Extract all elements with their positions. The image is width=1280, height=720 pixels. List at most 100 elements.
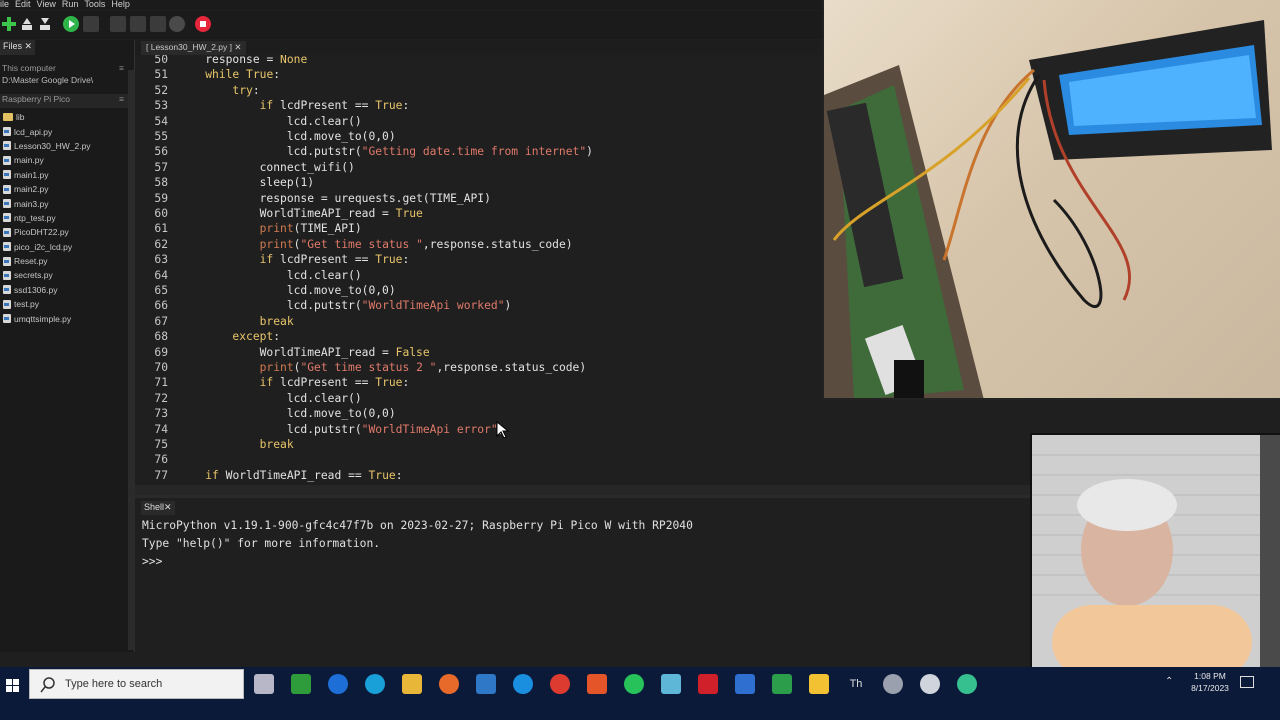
file-list-item[interactable]: test.py (3, 297, 128, 311)
code-line[interactable]: 56 lcd.putstr("Getting date.time from in… (135, 144, 822, 159)
app-icon[interactable] (957, 674, 977, 694)
file-list-item[interactable]: Lesson30_HW_2.py (3, 139, 128, 153)
menu-run[interactable]: Run (62, 0, 79, 10)
file-list-item[interactable]: ntp_test.py (3, 211, 128, 225)
menu-tools[interactable]: Tools (84, 0, 105, 10)
code-line[interactable]: 66 lcd.putstr("WorldTimeApi worked") (135, 298, 822, 313)
menu-view[interactable]: View (37, 0, 56, 10)
code-line[interactable]: 55 lcd.move_to(0,0) (135, 129, 822, 144)
k-app-icon[interactable] (698, 674, 718, 694)
shell-prompt[interactable]: >>> (142, 555, 169, 568)
file-list-item[interactable]: secrets.py (3, 268, 128, 282)
code-line[interactable]: 76 (135, 452, 822, 467)
file-explorer-icon[interactable] (402, 674, 422, 694)
code-line[interactable]: 54 lcd.clear() (135, 114, 822, 129)
google-drive-icon[interactable] (809, 674, 829, 694)
menu-edit[interactable]: Edit (15, 0, 31, 10)
brave-icon[interactable] (587, 674, 607, 694)
code-line[interactable]: 59 response = urequests.get(TIME_API) (135, 191, 822, 206)
files-scrollbar[interactable] (128, 70, 135, 650)
code-line[interactable]: 63 if lcdPresent == True: (135, 252, 822, 267)
code-line[interactable]: 64 lcd.clear() (135, 268, 822, 283)
new-file-icon[interactable] (1, 16, 17, 32)
shell-line: Type "help()" for more information. (142, 537, 381, 550)
notepad-icon[interactable] (661, 674, 681, 694)
shell-console[interactable]: MicroPython v1.19.1-900-gfc4c47f7b on 20… (138, 516, 1030, 652)
chevron-up-icon[interactable]: ⌃ (1165, 676, 1173, 687)
menu-icon[interactable]: ≡ (119, 63, 124, 73)
notifications-icon[interactable] (1240, 676, 1254, 688)
obs-icon[interactable] (920, 674, 940, 694)
system-clock[interactable]: 1:08 PM 8/17/2023 (1180, 670, 1240, 694)
code-line[interactable]: 68 except: (135, 329, 822, 344)
code-line[interactable]: 75 break (135, 437, 822, 452)
menu-file[interactable]: ile (0, 0, 9, 10)
skype-icon[interactable] (513, 674, 533, 694)
code-line[interactable]: 65 lcd.move_to(0,0) (135, 283, 822, 298)
code-line[interactable]: 50 response = None (135, 55, 822, 67)
code-line[interactable]: 58 sleep(1) (135, 175, 822, 190)
stop-icon[interactable] (195, 16, 211, 32)
menu-help[interactable]: Help (111, 0, 130, 10)
thonny-icon[interactable]: Th (846, 674, 866, 694)
app-icon[interactable] (883, 674, 903, 694)
code-line[interactable]: 70 print("Get time status 2 ",response.s… (135, 360, 822, 375)
step-into-icon[interactable] (130, 16, 146, 32)
save-file-icon[interactable] (37, 16, 53, 32)
resume-icon[interactable] (169, 16, 185, 32)
app-icon[interactable] (254, 674, 274, 694)
code-line[interactable]: 72 lcd.clear() (135, 391, 822, 406)
pane-divider[interactable] (135, 495, 1030, 498)
spreadsheet-icon[interactable] (772, 674, 792, 694)
close-icon[interactable]: ✕ (164, 502, 172, 512)
file-list-item[interactable]: ssd1306.py (3, 283, 128, 297)
vs-code-icon[interactable] (735, 674, 755, 694)
clock-date: 8/17/2023 (1191, 683, 1229, 693)
code-line[interactable]: 52 try: (135, 83, 822, 98)
editor-scrollbar[interactable] (135, 485, 1030, 495)
file-list-item[interactable]: lcd_api.py (3, 124, 128, 138)
code-line[interactable]: 60 WorldTimeAPI_read = True (135, 206, 822, 221)
close-icon[interactable]: ✕ (25, 41, 33, 51)
code-line[interactable]: 53 if lcdPresent == True: (135, 98, 822, 113)
file-list-item[interactable]: main2.py (3, 182, 128, 196)
file-list-item[interactable]: main.py (3, 153, 128, 167)
internet-explorer-icon[interactable] (328, 674, 348, 694)
code-line[interactable]: 62 print("Get time status ",response.sta… (135, 237, 822, 252)
step-out-icon[interactable] (150, 16, 166, 32)
file-list-item[interactable]: umqttsimple.py (3, 311, 128, 325)
code-editor[interactable]: 50 response = None 51 while True: 52 try: 5… (135, 55, 822, 485)
code-line[interactable]: 67 break (135, 314, 822, 329)
code-line[interactable]: 74 lcd.putstr("WorldTimeApi error") (135, 422, 822, 437)
file-list-item[interactable]: main3.py (3, 196, 128, 210)
file-list-item[interactable]: Reset.py (3, 254, 128, 268)
file-list-item[interactable]: pico_i2c_lcd.py (3, 240, 128, 254)
menu-icon[interactable]: ≡ (119, 94, 124, 104)
file-list-item[interactable]: PicoDHT22.py (3, 225, 128, 239)
code-line[interactable]: 69 WorldTimeAPI_read = False (135, 345, 822, 360)
debug-icon[interactable] (83, 16, 99, 32)
code-line[interactable]: 57 connect_wifi() (135, 160, 822, 175)
whatsapp-icon[interactable] (624, 674, 644, 694)
files-tab[interactable]: Files ✕ (0, 40, 36, 55)
file-list-item[interactable]: main1.py (3, 168, 128, 182)
open-file-icon[interactable] (19, 16, 35, 32)
code-text: lcd.clear() (286, 268, 362, 282)
code-line[interactable]: 51 while True: (135, 67, 822, 82)
code-line[interactable]: 73 lcd.move_to(0,0) (135, 406, 822, 421)
code-line[interactable]: 71 if lcdPresent == True: (135, 375, 822, 390)
firefox-icon[interactable] (439, 674, 459, 694)
shell-tab[interactable]: Shell✕ (141, 501, 175, 515)
step-over-icon[interactable] (110, 16, 126, 32)
edge-icon[interactable] (365, 674, 385, 694)
code-line[interactable]: 61 print(TIME_API) (135, 221, 822, 236)
editor-tab[interactable]: [ Lesson30_HW_2.py ] ✕ (141, 41, 247, 55)
chrome-icon[interactable] (550, 674, 570, 694)
run-icon[interactable] (63, 16, 79, 32)
taskbar-search-box[interactable]: Type here to search (29, 669, 244, 699)
code-line[interactable]: 77 if WorldTimeAPI_read == True: (135, 468, 822, 483)
hd-app-icon[interactable] (291, 674, 311, 694)
calculator-icon[interactable] (476, 674, 496, 694)
windows-start-icon[interactable] (0, 667, 28, 700)
file-list-item[interactable]: lib (3, 110, 128, 124)
